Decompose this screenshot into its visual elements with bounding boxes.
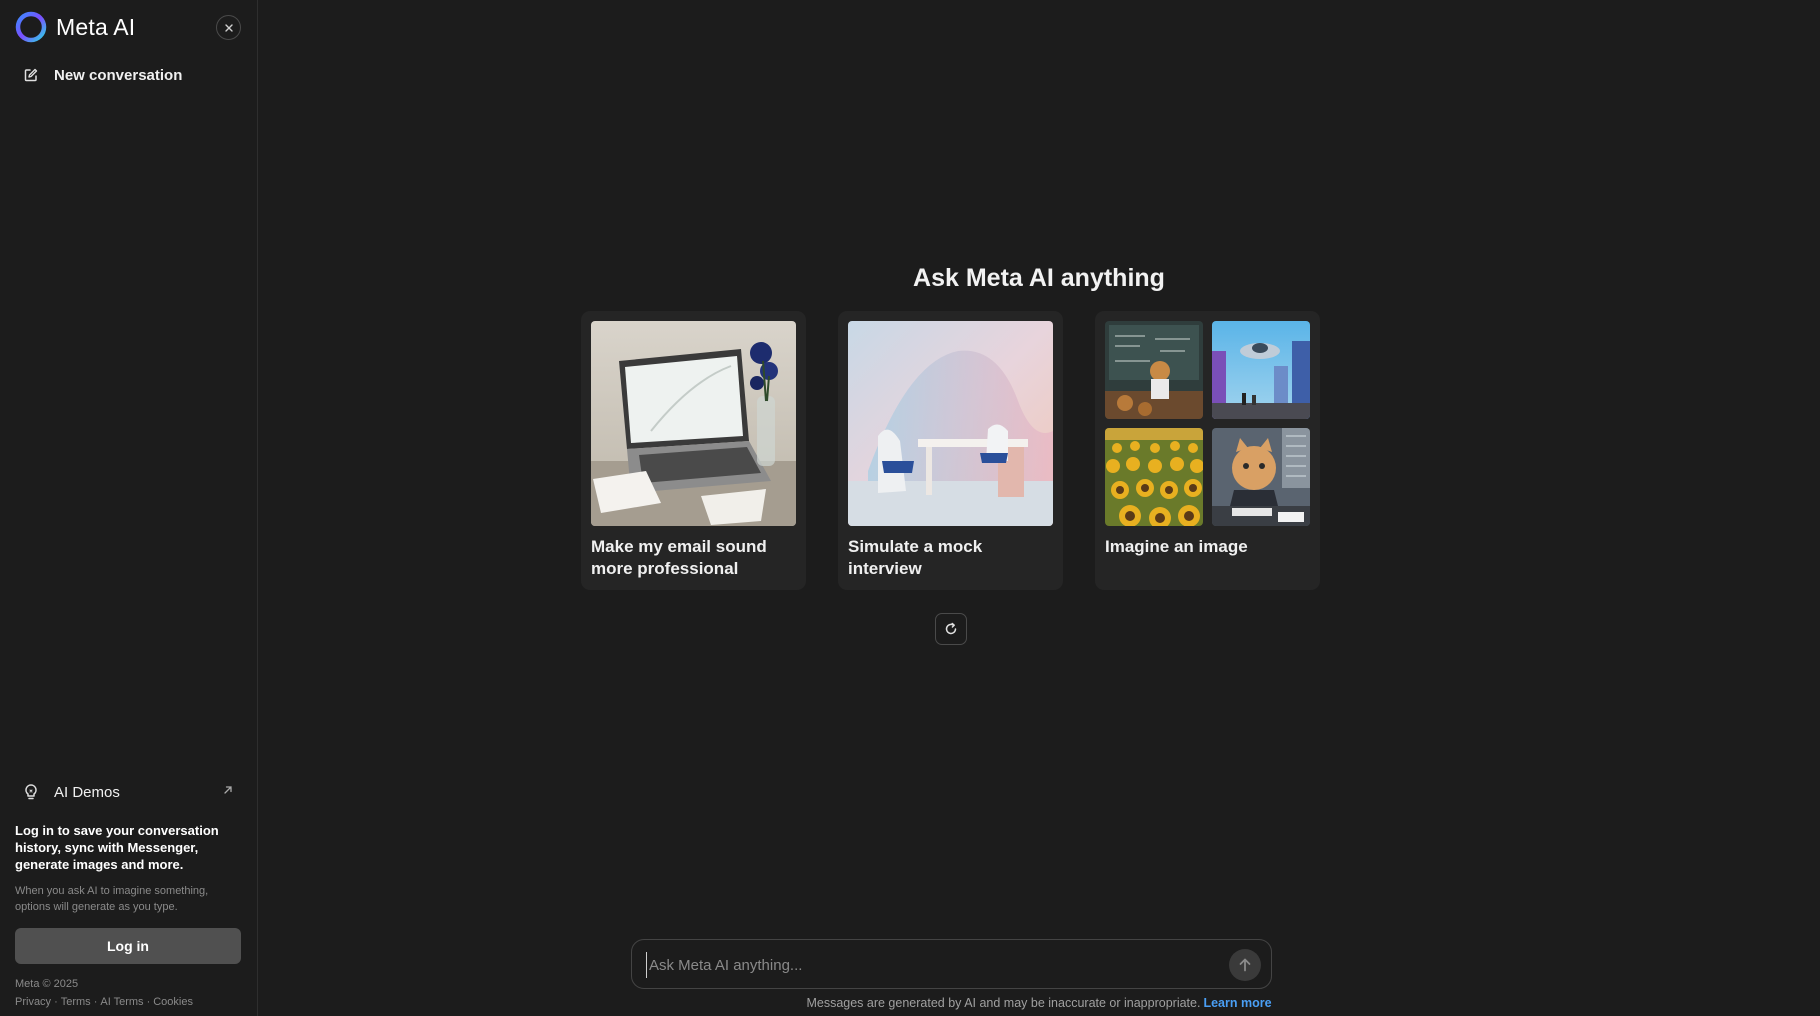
- refresh-icon: [945, 622, 957, 635]
- disclaimer-text: Messages are generated by AI and may be …: [806, 996, 1201, 1010]
- cat-office-image: [1212, 428, 1310, 526]
- card-title: Make my email sound more professional: [591, 537, 767, 578]
- new-conversation-label: New conversation: [54, 66, 183, 84]
- lightbulb-icon: [25, 784, 37, 800]
- card-title: Imagine an image: [1105, 537, 1248, 556]
- new-conversation-button[interactable]: New conversation: [14, 60, 244, 90]
- sunflowers-image: [1105, 428, 1203, 526]
- ai-terms-link[interactable]: AI Terms: [100, 996, 143, 1008]
- login-button[interactable]: Log in: [15, 928, 241, 964]
- card-title: Simulate a mock interview: [848, 537, 983, 578]
- privacy-link[interactable]: Privacy: [15, 996, 51, 1008]
- suggestion-card-imagine[interactable]: Imagine an image: [1095, 311, 1320, 590]
- login-hint-text: When you ask AI to imagine something, op…: [15, 885, 209, 913]
- suggestion-card-interview[interactable]: Simulate a mock interview: [838, 311, 1063, 590]
- page-headline: Ask Meta AI anything: [913, 264, 1165, 292]
- separator: ·: [54, 996, 58, 1008]
- close-sidebar-button[interactable]: [216, 15, 241, 40]
- desk-chair-image: [848, 321, 1053, 526]
- send-button[interactable]: [1229, 949, 1261, 981]
- brand[interactable]: Meta AI: [14, 10, 135, 44]
- brand-name: Meta AI: [56, 13, 136, 40]
- flying-car-city-image: [1212, 321, 1310, 419]
- cookies-link[interactable]: Cookies: [153, 996, 193, 1008]
- suggestion-card-email[interactable]: Make my email sound more professional: [581, 311, 806, 590]
- separator: ·: [93, 996, 98, 1008]
- terms-link[interactable]: Terms: [61, 996, 91, 1008]
- meta-ai-logo-icon: [15, 11, 47, 43]
- arrow-up-icon: [1239, 958, 1251, 972]
- ai-demos-link[interactable]: AI Demos: [14, 777, 244, 807]
- copyright: Meta © 2025: [15, 978, 79, 990]
- chat-input-container: [631, 939, 1272, 989]
- laptop-roses-image: [591, 321, 796, 526]
- sidebar: Meta AI New conversation AI Demos Log in…: [0, 0, 258, 1016]
- refresh-suggestions-button[interactable]: [935, 613, 967, 645]
- learn-more-link[interactable]: Learn more: [1203, 996, 1271, 1010]
- footer-links: Privacy · Terms · AI Terms · Cookies: [15, 996, 193, 1008]
- edit-icon: [24, 68, 38, 82]
- separator: ·: [146, 996, 151, 1008]
- dog-chalkboard-image: [1105, 321, 1203, 419]
- login-prompt-text: Log in to save your conversation history…: [15, 823, 219, 872]
- disclaimer: Messages are generated by AI and may be …: [258, 996, 1820, 1010]
- ai-demos-label: AI Demos: [54, 783, 120, 801]
- chat-input[interactable]: [646, 952, 1206, 978]
- external-link-icon: [224, 786, 232, 794]
- app-root: Meta AI New conversation AI Demos Log in…: [0, 0, 1820, 1016]
- close-icon: [224, 23, 233, 32]
